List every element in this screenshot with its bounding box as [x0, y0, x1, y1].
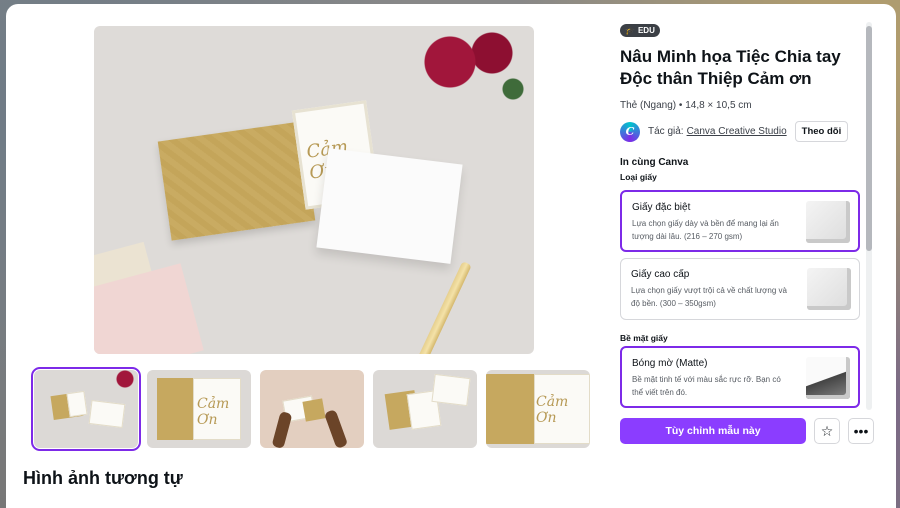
- thumbnail-3[interactable]: [260, 370, 364, 448]
- star-icon: ☆: [820, 422, 834, 439]
- print-section-title: In cùng Canva: [620, 157, 689, 168]
- template-title: Nâu Minh họa Tiệc Chia tay Độc thân Thiệ…: [620, 47, 841, 88]
- author-link[interactable]: Canva Creative Studio: [687, 126, 787, 137]
- paper-option-premium[interactable]: Giấy cao cấp Lựa chọn giấy vượt trội cả …: [620, 258, 860, 320]
- customize-template-button[interactable]: Tùy chỉnh mẫu này: [620, 418, 806, 444]
- surface-option-desc: Bề mặt tinh tế với màu sắc rực rỡ. Bạn c…: [632, 375, 781, 397]
- action-row: Tùy chỉnh mẫu này ☆ •••: [620, 418, 874, 444]
- author-label: Tác giả:: [648, 126, 684, 137]
- thumbnail-strip: Cảm Ơn Cảm Ơn: [31, 367, 590, 451]
- card-gold-back: [157, 121, 316, 241]
- edu-badge-label: EDU: [637, 26, 655, 35]
- surface-label: Bề mặt giấy: [620, 333, 668, 343]
- print-options-scroll[interactable]: In cùng Canva Loại giấy Giấy đặc biệt Lự…: [620, 157, 860, 409]
- panel-scrollbar[interactable]: [866, 22, 872, 410]
- thumbnail-5-text: Cảm Ơn: [536, 394, 569, 426]
- paper-option-name: Giấy đặc biệt: [632, 202, 691, 213]
- paper-type-label: Loại giấy: [620, 172, 657, 182]
- follow-button[interactable]: Theo dõi: [794, 121, 849, 142]
- paper-option-special[interactable]: Giấy đặc biệt Lựa chọn giấy dày và bền đ…: [620, 190, 860, 252]
- envelope: [316, 148, 463, 264]
- surface-option-matte[interactable]: Bóng mờ (Matte) Bề mặt tinh tế với màu s…: [620, 346, 860, 408]
- paper-option-desc: Lựa chọn giấy vượt trội cả về chất lượng…: [631, 286, 787, 308]
- paper-sample-image: [807, 268, 851, 310]
- canva-logo-icon[interactable]: C: [620, 121, 640, 142]
- surface-sample-image: [806, 357, 850, 399]
- paper-option-name: Giấy cao cấp: [631, 269, 690, 280]
- main-preview-image: Cảm Ơn: [94, 26, 534, 354]
- detail-panel: 🎓 EDU Nâu Minh họa Tiệc Chia tay Độc thâ…: [620, 20, 870, 408]
- thumbnail-2[interactable]: Cảm Ơn: [147, 370, 251, 448]
- similar-images-title: Hình ảnh tương tự: [23, 468, 183, 488]
- thumbnail-4[interactable]: [373, 370, 477, 448]
- flower-decoration: [394, 26, 534, 116]
- favorite-button[interactable]: ☆: [814, 418, 840, 444]
- paper-option-desc: Lựa chọn giấy dày và bền để mang lại ấn …: [632, 219, 779, 241]
- paper-sample-image: [806, 201, 850, 243]
- thumbnail-5[interactable]: Cảm Ơn: [486, 370, 590, 448]
- thumbnail-1[interactable]: [31, 367, 141, 451]
- pen: [416, 261, 472, 354]
- edu-badge: 🎓 EDU: [620, 24, 660, 37]
- surface-option-name: Bóng mờ (Matte): [632, 358, 708, 369]
- more-options-button[interactable]: •••: [848, 418, 874, 444]
- graduation-cap-icon: 🎓: [625, 26, 635, 35]
- author-row: C Tác giả: Canva Creative Studio Theo dõ…: [620, 121, 850, 142]
- template-subtitle: Thẻ (Ngang) • 14,8 × 10,5 cm: [620, 100, 752, 111]
- more-icon: •••: [853, 423, 869, 439]
- panel-scrollbar-thumb[interactable]: [866, 26, 872, 251]
- thumbnail-2-text: Cảm Ơn: [197, 396, 230, 428]
